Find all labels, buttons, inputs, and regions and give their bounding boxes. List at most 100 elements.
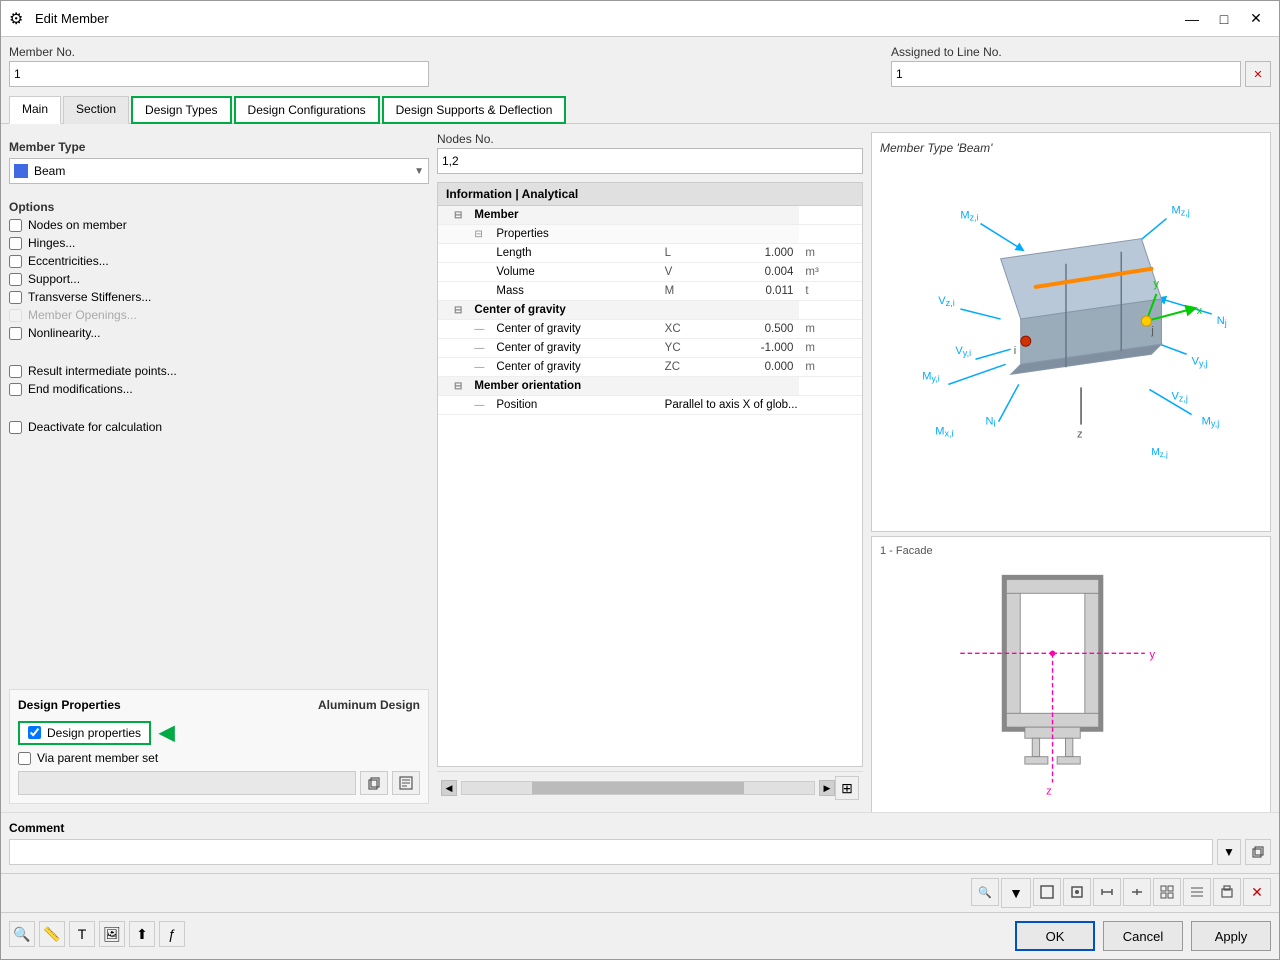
section-view: 1 - Facade: [871, 536, 1271, 812]
tab-design-supports[interactable]: Design Supports & Deflection: [382, 96, 567, 124]
collapse-gravity-icon[interactable]: ⊟: [454, 305, 462, 316]
table-row: — Center of gravity YC -1.000 m: [438, 339, 862, 358]
info-table: ⊟ Member ⊟ Properties Length L: [438, 206, 862, 415]
design-properties-checkbox-text: Design properties: [47, 726, 141, 740]
table-row: Mass M 0.011 t: [438, 282, 862, 301]
toolbar-btn-1[interactable]: 🔍: [971, 878, 999, 906]
green-arrow-icon: ◀: [159, 720, 174, 745]
main-window: ⚙ Edit Member — □ ✕ Member No. Assigned …: [0, 0, 1280, 960]
ok-button[interactable]: OK: [1015, 921, 1095, 951]
comment-area: Comment ▼: [1, 812, 1279, 873]
hinges-checkbox[interactable]: Hinges...: [9, 236, 429, 250]
tab-design-types[interactable]: Design Types: [131, 96, 232, 124]
scroll-track[interactable]: [461, 781, 815, 795]
toolbar-btn-7[interactable]: [1153, 878, 1181, 906]
design-props-title: Design Properties: [18, 698, 121, 712]
dropdown-arrow-icon: ▼: [414, 166, 424, 177]
svg-text:y: y: [1153, 278, 1159, 290]
beam-diagram-title: Member Type 'Beam': [880, 141, 1262, 155]
table-row: — Center of gravity ZC 0.000 m: [438, 358, 862, 377]
collapse-member-icon[interactable]: ⊟: [454, 210, 462, 221]
eccentricities-checkbox[interactable]: Eccentricities...: [9, 254, 429, 268]
tab-main[interactable]: Main: [9, 96, 61, 124]
text-button[interactable]: T: [69, 921, 95, 947]
svg-text:Vy,j: Vy,j: [1192, 355, 1208, 368]
frame-icon: [1040, 885, 1054, 899]
select-icon: [1070, 885, 1084, 899]
result-intermediate-checkbox[interactable]: Result intermediate points...: [9, 364, 429, 378]
close-button[interactable]: ✕: [1241, 7, 1271, 31]
beam-diagram: Member Type 'Beam' Mz,i: [871, 132, 1271, 532]
design-properties-checkbox-input[interactable]: [28, 726, 41, 739]
maximize-button[interactable]: □: [1209, 7, 1239, 31]
measure-button[interactable]: 📏: [39, 921, 65, 947]
tab-section[interactable]: Section: [63, 96, 129, 124]
transverse-stiffeners-checkbox[interactable]: Transverse Stiffeners...: [9, 290, 429, 304]
svg-text:Vy,i: Vy,i: [955, 345, 971, 358]
member-no-input[interactable]: [9, 61, 429, 87]
table-row: — Center of gravity XC 0.500 m: [438, 320, 862, 339]
scroll-left-button[interactable]: ◀: [441, 780, 457, 796]
toolbar-btn-10[interactable]: ✕: [1243, 878, 1271, 906]
edit-icon-btn[interactable]: [392, 771, 420, 795]
collapse-properties-icon[interactable]: ⊟: [474, 229, 482, 240]
nodes-on-member-checkbox[interactable]: Nodes on member: [9, 218, 429, 232]
aluminum-design-label: Aluminum Design: [318, 698, 420, 712]
via-parent-input[interactable]: [18, 771, 356, 795]
comment-label: Comment: [9, 821, 1271, 835]
toolbar-btn-2[interactable]: ▼: [1002, 879, 1030, 907]
design-props-header: Design Properties Aluminum Design: [18, 698, 420, 712]
svg-text:Vz,i: Vz,i: [938, 295, 954, 308]
member-openings-checkbox[interactable]: Member Openings...: [9, 308, 429, 322]
toolbar-btn-6[interactable]: [1123, 878, 1151, 906]
apply-button[interactable]: Apply: [1191, 921, 1271, 951]
tabs-row: Main Section Design Types Design Configu…: [1, 95, 1279, 124]
member-type-dropdown[interactable]: Beam ▼: [9, 158, 429, 184]
support-checkbox[interactable]: Support...: [9, 272, 429, 286]
collapse-orientation-icon[interactable]: ⊟: [454, 381, 462, 392]
clear-assigned-button[interactable]: ✕: [1245, 61, 1271, 87]
comment-copy-button[interactable]: [1245, 839, 1271, 865]
end-modifications-checkbox[interactable]: End modifications...: [9, 382, 429, 396]
comment-input-row: ▼: [9, 839, 1271, 865]
export-button[interactable]: ⬆: [129, 921, 155, 947]
svg-text:Mz,j: Mz,j: [1172, 205, 1190, 218]
image-button[interactable]: 🖼: [99, 921, 125, 947]
scroll-area: ◀ ▶ ⊞: [437, 771, 863, 804]
title-bar: ⚙ Edit Member — □ ✕: [1, 1, 1279, 37]
toolbar-btn-5[interactable]: [1093, 878, 1121, 906]
toolbar-btn-9[interactable]: [1213, 878, 1241, 906]
window-controls: — □ ✕: [1177, 7, 1271, 31]
design-properties-checkbox-label[interactable]: Design properties: [18, 721, 151, 745]
nonlinearity-checkbox[interactable]: Nonlinearity...: [9, 326, 429, 340]
search-button[interactable]: 🔍: [9, 921, 35, 947]
copy-icon-btn-1[interactable]: [360, 771, 388, 795]
toolbar-btn-8[interactable]: [1183, 878, 1211, 906]
cancel-button[interactable]: Cancel: [1103, 921, 1183, 951]
nodes-no-input[interactable]: [437, 148, 863, 174]
toolbar-btn-4[interactable]: [1063, 878, 1091, 906]
function-button[interactable]: ƒ: [159, 921, 185, 947]
comment-input[interactable]: [9, 839, 1213, 865]
via-parent-label: Via parent member set: [37, 751, 158, 765]
assigned-input[interactable]: [891, 61, 1241, 87]
section-view-label: 1 - Facade: [880, 545, 1262, 557]
svg-text:i: i: [1014, 345, 1016, 357]
scroll-right-button[interactable]: ▶: [819, 780, 835, 796]
svg-text:Vz,j: Vz,j: [1172, 390, 1188, 403]
grid-view-icon[interactable]: ⊞: [835, 776, 859, 800]
minimize-button[interactable]: —: [1177, 7, 1207, 31]
table-row: — Position Parallel to axis X of glob...: [438, 396, 862, 415]
deactivate-checkbox[interactable]: Deactivate for calculation: [9, 420, 429, 434]
content-area: Member Type Beam ▼ Options Nodes on memb…: [1, 124, 1279, 812]
options-header: Options: [9, 200, 429, 214]
nodes-no-label: Nodes No.: [437, 132, 863, 146]
svg-text:My,i: My,i: [922, 370, 940, 383]
nodes-no-section: Nodes No.: [437, 132, 863, 174]
right-panel: Member Type 'Beam' Mz,i: [871, 132, 1271, 804]
tab-design-configurations[interactable]: Design Configurations: [234, 96, 380, 124]
design-properties-section: Design Properties Aluminum Design Design…: [9, 689, 429, 804]
comment-dropdown-button[interactable]: ▼: [1217, 839, 1241, 865]
toolbar-btn-3[interactable]: [1033, 878, 1061, 906]
via-parent-checkbox[interactable]: [18, 752, 31, 765]
